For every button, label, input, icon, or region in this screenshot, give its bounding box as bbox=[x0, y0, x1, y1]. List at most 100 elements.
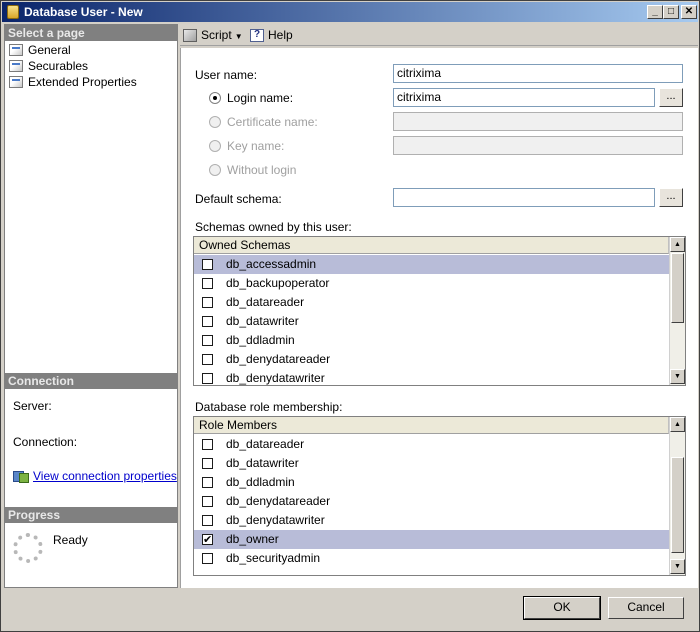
minimize-button[interactable]: _ bbox=[647, 5, 663, 19]
role-checkbox[interactable] bbox=[202, 496, 213, 507]
view-connection-properties-link[interactable]: View connection properties bbox=[13, 469, 177, 483]
scroll-down-icon[interactable]: ▼ bbox=[670, 369, 685, 384]
cancel-button[interactable]: Cancel bbox=[608, 597, 684, 619]
schema-checkbox[interactable] bbox=[202, 335, 213, 346]
role-name: db_owner bbox=[226, 532, 279, 546]
role-checkbox[interactable] bbox=[202, 515, 213, 526]
default-schema-input[interactable] bbox=[393, 188, 655, 207]
page-label: Securables bbox=[28, 59, 89, 73]
title-bar[interactable]: Database User - New _ □ ✕ bbox=[2, 2, 698, 22]
key-name-radio[interactable] bbox=[209, 140, 221, 152]
page-item-extended-properties[interactable]: Extended Properties bbox=[9, 74, 137, 90]
role-members-column-header[interactable]: Role Members bbox=[194, 417, 669, 434]
page-icon bbox=[9, 76, 23, 88]
table-row[interactable]: db_denydatareader bbox=[194, 492, 669, 511]
schema-name: db_datareader bbox=[226, 295, 305, 309]
help-label: Help bbox=[268, 28, 293, 42]
server-label: Server: bbox=[13, 399, 52, 413]
schema-name: db_denydatareader bbox=[226, 352, 331, 366]
table-row[interactable]: db_owner bbox=[194, 530, 669, 550]
table-row[interactable]: db_denydatawriter bbox=[194, 369, 669, 385]
owned-schemas-grid: Owned Schemas db_accessadmin db_backupop… bbox=[193, 236, 686, 386]
role-name: db_denydatawriter bbox=[226, 513, 325, 527]
scroll-up-icon[interactable]: ▲ bbox=[670, 237, 685, 252]
login-name-input[interactable]: citrixima bbox=[393, 88, 655, 107]
table-row[interactable]: db_accessadmin bbox=[194, 255, 669, 274]
progress-header: Progress bbox=[5, 507, 177, 523]
page-icon bbox=[9, 44, 23, 56]
page-item-general[interactable]: General bbox=[9, 42, 71, 58]
script-icon bbox=[183, 29, 197, 42]
table-row[interactable]: db_denydatawriter bbox=[194, 511, 669, 530]
table-row[interactable]: db_datawriter bbox=[194, 312, 669, 331]
ok-button[interactable]: OK bbox=[523, 596, 601, 620]
user-name-label: User name: bbox=[195, 68, 258, 82]
table-row[interactable]: db_ddladmin bbox=[194, 331, 669, 350]
schema-name: db_denydatawriter bbox=[226, 371, 325, 385]
schema-name: db_accessadmin bbox=[226, 257, 317, 271]
default-schema-label: Default schema: bbox=[195, 192, 282, 206]
table-row[interactable]: db_datawriter bbox=[194, 454, 669, 473]
schema-name: db_backupoperator bbox=[226, 276, 330, 290]
login-browse-button[interactable]: ... bbox=[659, 88, 683, 107]
key-name-input bbox=[393, 136, 683, 155]
general-page-content: User name: citrixima Login name: citrixi… bbox=[180, 48, 698, 588]
scroll-down-icon[interactable]: ▼ bbox=[670, 559, 685, 574]
role-name: db_datareader bbox=[226, 437, 305, 451]
database-icon bbox=[7, 5, 19, 19]
scroll-up-icon[interactable]: ▲ bbox=[670, 417, 685, 432]
certificate-name-radio[interactable] bbox=[209, 116, 221, 128]
role-name: db_denydatareader bbox=[226, 494, 331, 508]
page-label: General bbox=[28, 43, 71, 57]
role-checkbox[interactable] bbox=[202, 477, 213, 488]
table-row[interactable]: db_backupoperator bbox=[194, 274, 669, 293]
schema-checkbox[interactable] bbox=[202, 278, 213, 289]
page-icon bbox=[9, 60, 23, 72]
left-pane: Select a page General Securables Extende… bbox=[4, 24, 178, 588]
close-button[interactable]: ✕ bbox=[681, 5, 697, 19]
toolbar: Script▼ Help bbox=[180, 24, 698, 46]
view-connection-link-text[interactable]: View connection properties bbox=[33, 469, 177, 483]
default-schema-browse-button[interactable]: ... bbox=[659, 188, 683, 207]
schema-name: db_ddladmin bbox=[226, 333, 295, 347]
table-row[interactable]: db_datareader bbox=[194, 293, 669, 312]
maximize-button[interactable]: □ bbox=[663, 5, 679, 19]
without-login-label: Without login bbox=[227, 163, 297, 177]
schema-checkbox[interactable] bbox=[202, 354, 213, 365]
schema-checkbox[interactable] bbox=[202, 373, 213, 384]
schema-checkbox[interactable] bbox=[202, 297, 213, 308]
table-row[interactable]: db_securityadmin bbox=[194, 549, 669, 568]
table-row[interactable]: db_denydatareader bbox=[194, 350, 669, 369]
without-login-radio[interactable] bbox=[209, 164, 221, 176]
role-name: db_ddladmin bbox=[226, 475, 295, 489]
role-checkbox[interactable] bbox=[202, 439, 213, 450]
connection-properties-icon bbox=[13, 469, 29, 483]
role-name: db_securityadmin bbox=[226, 551, 321, 565]
table-row[interactable]: db_datareader bbox=[194, 435, 669, 454]
role-checkbox[interactable] bbox=[202, 553, 213, 564]
connection-header: Connection bbox=[5, 373, 177, 389]
roles-scrollbar[interactable]: ▲ ▼ bbox=[669, 417, 685, 575]
schema-checkbox[interactable] bbox=[202, 259, 213, 270]
user-name-input[interactable]: citrixima bbox=[393, 64, 683, 83]
connection-label: Connection: bbox=[13, 435, 78, 449]
progress-spinner-icon bbox=[13, 533, 43, 563]
schema-checkbox[interactable] bbox=[202, 316, 213, 327]
scroll-thumb[interactable] bbox=[671, 457, 684, 553]
script-button[interactable]: Script ▼ bbox=[183, 28, 243, 42]
help-button[interactable]: Help bbox=[250, 28, 293, 42]
scroll-thumb[interactable] bbox=[671, 253, 684, 323]
chevron-down-icon[interactable]: ▼ bbox=[235, 32, 243, 41]
owned-schemas-column-header[interactable]: Owned Schemas bbox=[194, 237, 669, 254]
page-item-securables[interactable]: Securables bbox=[9, 58, 88, 74]
login-name-radio[interactable] bbox=[209, 92, 221, 104]
schema-name: db_datawriter bbox=[226, 314, 299, 328]
key-name-label: Key name: bbox=[227, 139, 285, 153]
table-row[interactable]: db_ddladmin bbox=[194, 473, 669, 492]
role-checkbox[interactable] bbox=[202, 531, 213, 550]
role-checkbox[interactable] bbox=[202, 458, 213, 469]
select-page-header: Select a page bbox=[5, 25, 177, 41]
schemas-scrollbar[interactable]: ▲ ▼ bbox=[669, 237, 685, 385]
help-icon bbox=[250, 29, 264, 42]
page-label: Extended Properties bbox=[28, 75, 137, 89]
